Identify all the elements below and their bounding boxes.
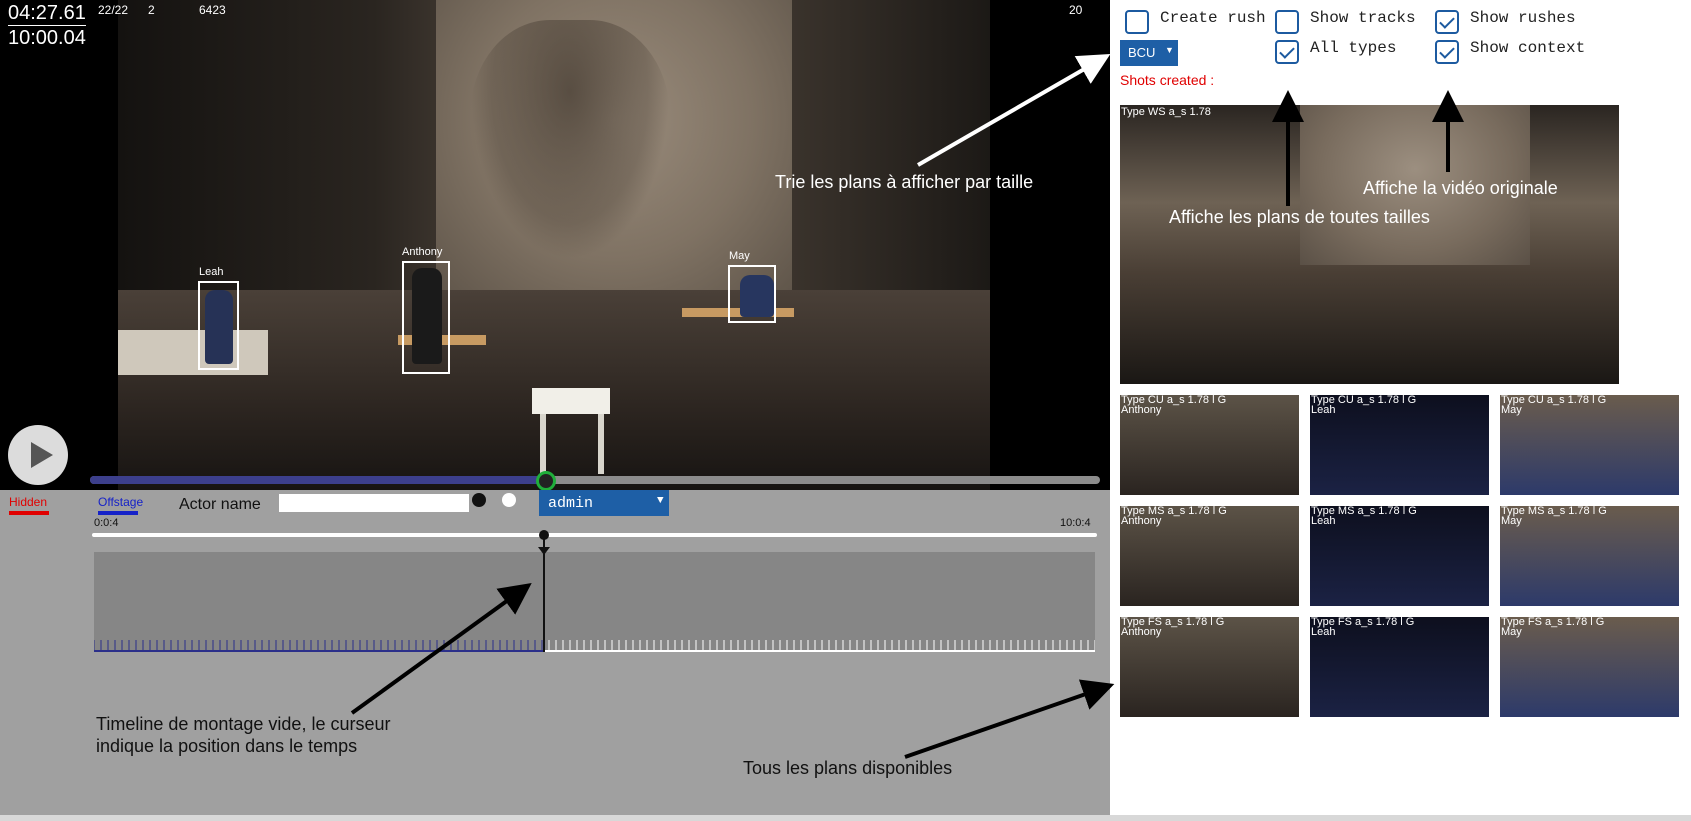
arrow-to-timeline-cursor [350,582,532,715]
annotation-arrows [350,54,1464,759]
bottom-strip [0,815,1691,821]
arrow-to-thumbnails [904,679,1115,759]
arrow-to-size-select [917,54,1111,167]
